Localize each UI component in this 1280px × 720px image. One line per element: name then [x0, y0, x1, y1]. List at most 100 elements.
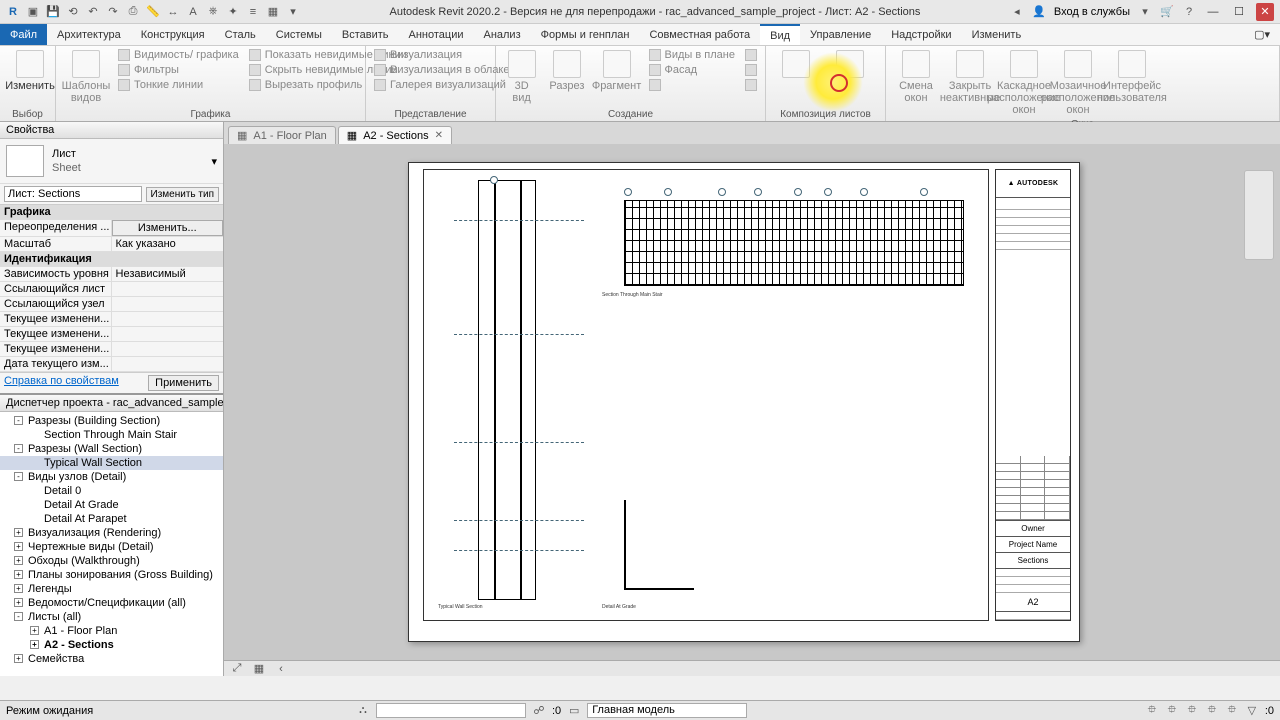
section-button[interactable]: Разрез [545, 48, 588, 94]
navigation-bar[interactable] [1244, 170, 1274, 260]
tree-item[interactable]: +Легенды [0, 582, 223, 596]
measure-icon[interactable]: 📏 [146, 5, 160, 19]
expand-icon[interactable]: + [14, 570, 23, 579]
render-gallery-button[interactable]: Галерея визуализаций [370, 78, 514, 92]
prop-category[interactable]: Графика [0, 205, 223, 220]
select-face-icon[interactable]: ⯐ [1205, 704, 1219, 718]
expand-icon[interactable]: - [14, 472, 23, 481]
tab-collab[interactable]: Совместная работа [639, 24, 760, 45]
tree-item[interactable]: -Разрезы (Building Section) [0, 414, 223, 428]
tab-steel[interactable]: Сталь [215, 24, 266, 45]
render-button[interactable]: Визуализация [370, 48, 514, 62]
search-icon[interactable]: ◂ [1010, 5, 1024, 19]
tree-item[interactable]: Detail At Grade [0, 498, 223, 512]
cart-icon[interactable]: 🛒 [1160, 5, 1174, 19]
help-icon[interactable]: ? [1182, 5, 1196, 19]
properties-help-link[interactable]: Справка по свойствам [4, 375, 119, 391]
tab-insert[interactable]: Вставить [332, 24, 399, 45]
thin-icon[interactable]: ≡ [246, 5, 260, 19]
maximize-button[interactable]: ☐ [1230, 3, 1248, 21]
edit-type-button[interactable]: Изменить тип [146, 187, 219, 202]
visibility-button[interactable]: Видимость/ графика [114, 48, 243, 62]
tab-systems[interactable]: Системы [266, 24, 332, 45]
thinlines-button[interactable]: Тонкие линии [114, 78, 243, 92]
tab-addins[interactable]: Надстройки [881, 24, 961, 45]
tree-item[interactable]: +Чертежные виды (Detail) [0, 540, 223, 554]
minimize-button[interactable]: — [1204, 3, 1222, 21]
prop-category[interactable]: Идентификация [0, 252, 223, 267]
expand-icon[interactable]: - [14, 444, 23, 453]
expand-icon[interactable]: + [30, 626, 39, 635]
tab-architecture[interactable]: Архитектура [47, 24, 131, 45]
prop-row[interactable]: Переопределения ...Изменить... [0, 220, 223, 237]
switch-windows-button[interactable]: Смена окон [890, 48, 942, 106]
switch-icon[interactable]: ▾ [286, 5, 300, 19]
tree-item[interactable]: -Листы (all) [0, 610, 223, 624]
undo-icon[interactable]: ↶ [86, 5, 100, 19]
expand-icon[interactable]: + [30, 640, 39, 649]
prop-row[interactable]: МасштабКак указано [0, 237, 223, 252]
dim-icon[interactable]: ↔ [166, 5, 180, 19]
apps-icon[interactable]: ▾ [1138, 5, 1152, 19]
tree-item[interactable]: +Визуализация (Rendering) [0, 526, 223, 540]
detail-level-icon[interactable]: ▦ [252, 662, 266, 676]
main-model-field[interactable]: Главная модель [587, 703, 747, 718]
planviews-button[interactable]: Виды в плане [645, 48, 739, 62]
editreq-icon[interactable]: ☍ [532, 704, 546, 718]
tree-item[interactable]: +Обходы (Walkthrough) [0, 554, 223, 568]
expand-icon[interactable]: + [14, 584, 23, 593]
scale-icon[interactable]: ⤢ [230, 662, 244, 676]
drag-icon[interactable]: ⯐ [1225, 704, 1239, 718]
tree-item[interactable]: -Разрезы (Wall Section) [0, 442, 223, 456]
viewtab-a1[interactable]: ▦A1 - Floor Plan [228, 126, 336, 144]
select-pinned-icon[interactable]: ⯐ [1185, 704, 1199, 718]
3dview-button[interactable]: 3D вид [500, 48, 543, 106]
tree-item[interactable]: +Ведомости/Спецификации (all) [0, 596, 223, 610]
login-link[interactable]: Вход в службы [1054, 6, 1130, 18]
instance-name[interactable]: Лист: Sections [4, 186, 142, 202]
prop-row[interactable]: Текущее изменени... [0, 327, 223, 342]
expand-icon[interactable]: + [14, 528, 23, 537]
tree-item[interactable]: Section Through Main Stair [0, 428, 223, 442]
ribbon-minimize-icon[interactable]: ▢▾ [1244, 24, 1280, 45]
legend-button[interactable] [741, 63, 761, 77]
3d-icon[interactable]: ⎈ [206, 5, 220, 19]
expand-icon[interactable]: + [14, 542, 23, 551]
close-button[interactable]: ✕ [1256, 3, 1274, 21]
tab-massing[interactable]: Формы и генплан [531, 24, 640, 45]
model-icon[interactable]: ▭ [567, 704, 581, 718]
section-icon[interactable]: ✦ [226, 5, 240, 19]
redo-icon[interactable]: ↷ [106, 5, 120, 19]
drafting-button[interactable] [645, 78, 739, 92]
tree-item[interactable]: +A2 - Sections [0, 638, 223, 652]
prop-row[interactable]: Ссылающийся лист [0, 282, 223, 297]
text-icon[interactable]: A [186, 5, 200, 19]
elevation-button[interactable]: Фасад [645, 63, 739, 77]
expand-icon[interactable]: - [14, 416, 23, 425]
prop-row[interactable]: Зависимость уровняНезависимый [0, 267, 223, 282]
drawing-canvas[interactable]: Section Through Main Stair [224, 144, 1280, 660]
tree-item[interactable]: Detail At Parapet [0, 512, 223, 526]
sched-button[interactable] [741, 78, 761, 92]
ui-button[interactable]: Интерфейс пользователя [1106, 48, 1158, 106]
select-underlay-icon[interactable]: ⯐ [1165, 704, 1179, 718]
workset-field[interactable] [376, 703, 526, 718]
render-cloud-button[interactable]: Визуализация в облаке [370, 63, 514, 77]
prop-row[interactable]: Ссылающийся узел [0, 297, 223, 312]
save-icon[interactable]: 💾 [46, 5, 60, 19]
tab-structure[interactable]: Конструкция [131, 24, 215, 45]
callout-button[interactable]: Фрагмент [591, 48, 643, 94]
prop-row[interactable]: Текущее изменени... [0, 342, 223, 357]
tree-item[interactable]: Typical Wall Section [0, 456, 223, 470]
expand-icon[interactable]: + [14, 556, 23, 565]
close-tab-icon[interactable]: ✕ [435, 130, 443, 141]
filters-button[interactable]: Фильтры [114, 63, 243, 77]
tab-modify[interactable]: Изменить [962, 24, 1032, 45]
tab-annotate[interactable]: Аннотации [399, 24, 474, 45]
open-icon[interactable]: ▣ [26, 5, 40, 19]
sheet-button[interactable] [770, 48, 822, 80]
tab-analyze[interactable]: Анализ [473, 24, 530, 45]
prop-row[interactable]: Текущее изменени... [0, 312, 223, 327]
tree-item[interactable]: +Планы зонирования (Gross Building) [0, 568, 223, 582]
view-templates-button[interactable]: Шаблоны видов [60, 48, 112, 106]
